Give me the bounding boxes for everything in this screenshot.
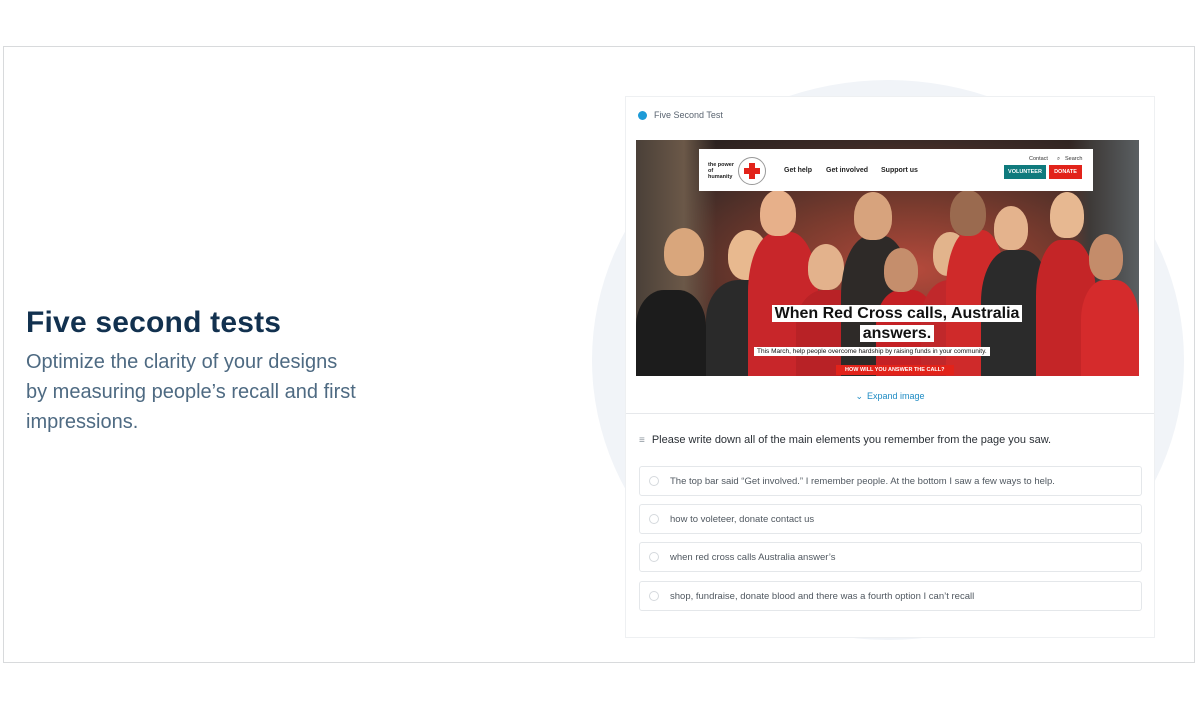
slide-frame: Five second tests Optimize the clarity o… [3, 46, 1195, 663]
website-header: the power of humanity Get help Get invol… [699, 149, 1093, 191]
person-figure [950, 190, 986, 236]
answer-checkbox[interactable] [649, 514, 659, 524]
headline: Five second tests [26, 306, 282, 339]
question-text: Please write down all of the main elemen… [651, 434, 1052, 446]
status-dot-icon [638, 110, 647, 120]
website-volunteer-button: VOLUNTEER [1004, 165, 1046, 179]
answer-text: when red cross calls Australia answer’s [670, 551, 836, 563]
test-image: the power of humanity Get help Get invol… [636, 140, 1139, 376]
person-figure [808, 244, 844, 290]
answer-text: The top bar said “Get involved.” I remem… [670, 475, 1055, 487]
person-figure [664, 228, 704, 276]
answer-checkbox[interactable] [649, 591, 659, 601]
subcopy-line: Optimize the clarity of your designs [26, 351, 338, 373]
chevron-down-icon: ⌄ [855, 390, 863, 401]
test-result-card: Five Second Test the power of humanity G… [626, 97, 1154, 637]
expand-image-label: Expand image [867, 391, 925, 401]
answer-row[interactable]: shop, fundraise, donate blood and there … [639, 581, 1142, 611]
expand-image-button[interactable]: ⌄ Expand image [626, 379, 1154, 414]
test-type-label: Five Second Test [638, 110, 723, 120]
website-nav-support-us: Support us [881, 167, 918, 174]
answer-checkbox[interactable] [649, 552, 659, 562]
website-search-icon: ⌕ [1057, 156, 1061, 162]
answer-text: shop, fundraise, donate blood and there … [670, 590, 975, 602]
person-figure [1050, 192, 1084, 238]
hero-title-line: answers. [859, 325, 935, 342]
person-figure [994, 206, 1028, 250]
answer-row[interactable]: how to voleteer, donate contact us [639, 504, 1142, 534]
hero-title-line: When Red Cross calls, Australia [771, 305, 1023, 322]
hero-title: When Red Cross calls, Australia answers. [769, 304, 1025, 344]
person-figure [760, 190, 796, 236]
website-contact-link: Contact [1029, 156, 1048, 162]
subcopy-line: by measuring people’s recall and first [26, 381, 356, 403]
test-type-text: Five Second Test [654, 110, 723, 120]
red-cross-logo-icon [738, 157, 766, 185]
hero-subtitle: This March, help people overcome hardshi… [754, 347, 990, 356]
answer-checkbox[interactable] [649, 476, 659, 486]
person-figure [854, 192, 892, 240]
person-figure [636, 290, 706, 376]
subcopy-line: impressions. [26, 411, 139, 433]
subcopy: Optimize the clarity of your designs by … [26, 347, 426, 437]
answer-row[interactable]: The top bar said “Get involved.” I remem… [639, 466, 1142, 496]
answer-row[interactable]: when red cross calls Australia answer’s [639, 542, 1142, 572]
website-nav-get-help: Get help [784, 167, 813, 174]
answer-text: how to voleteer, donate contact us [670, 513, 815, 525]
person-figure [1089, 234, 1123, 280]
brand-tagline: the power of humanity [708, 162, 734, 180]
text-lines-icon: ≡ [639, 434, 645, 446]
question-row: ≡ Please write down all of the main elem… [639, 434, 1051, 446]
website-donate-button: DONATE [1049, 165, 1082, 179]
person-figure [1081, 280, 1139, 376]
website-search-link: Search [1065, 156, 1083, 162]
website-nav-get-involved: Get involved [826, 167, 869, 174]
person-figure [884, 248, 918, 292]
intro-copy: Five second tests Optimize the clarity o… [26, 303, 426, 437]
hero-cta: HOW WILL YOU ANSWER THE CALL? [836, 365, 954, 375]
